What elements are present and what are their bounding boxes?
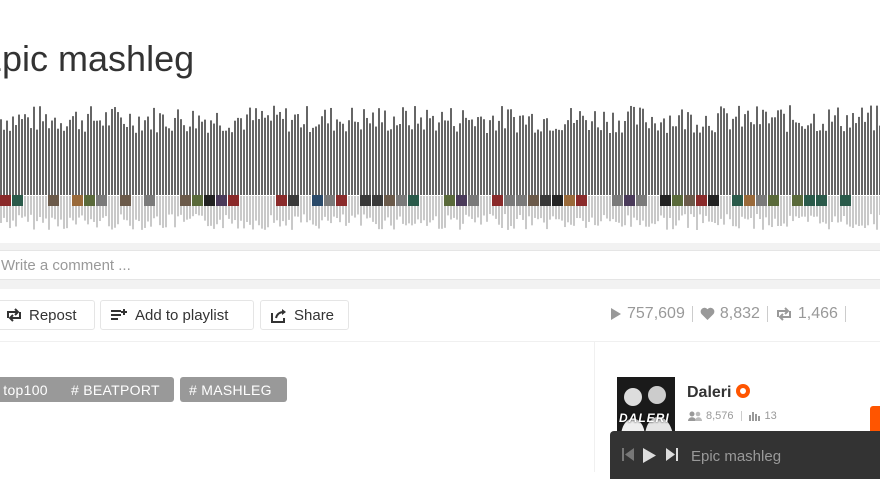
- repost-icon: [7, 308, 21, 322]
- pro-badge-icon: [736, 384, 750, 398]
- comment-avatar-thumb[interactable]: [312, 195, 323, 206]
- add-to-playlist-button[interactable]: Add to playlist: [100, 300, 254, 330]
- repost-icon: [776, 307, 791, 321]
- comment-avatar-thumb[interactable]: [372, 195, 383, 206]
- reposts-count: 1,466: [797, 305, 838, 322]
- artist-stats: 8,576 13: [688, 410, 777, 422]
- comment-avatar-thumb[interactable]: [732, 195, 743, 206]
- track-stats: 757,609 8,832 1,466: [610, 305, 853, 323]
- comment-avatar-thumb[interactable]: [384, 195, 395, 206]
- comment-avatar-thumb[interactable]: [576, 195, 587, 206]
- comment-input[interactable]: Write a comment ...: [0, 250, 880, 280]
- add-to-playlist-label: Add to playlist: [135, 306, 229, 324]
- comment-avatar-thumb[interactable]: [684, 195, 695, 206]
- comment-avatar-thumb[interactable]: [456, 195, 467, 206]
- artist-name[interactable]: Daleri: [687, 384, 731, 402]
- comment-bar: Write a comment ...: [0, 243, 880, 289]
- repost-label: Repost: [29, 306, 77, 324]
- tracks-icon: [748, 412, 760, 421]
- comment-avatar-thumb[interactable]: [444, 195, 455, 206]
- comment-avatar-thumb[interactable]: [804, 195, 815, 206]
- comment-avatar-thumb[interactable]: [492, 195, 503, 206]
- now-playing-title[interactable]: Epic mashleg: [691, 448, 781, 465]
- comment-avatar-thumb[interactable]: [816, 195, 827, 206]
- comment-avatar-thumb[interactable]: [144, 195, 155, 206]
- tag-mashleg[interactable]: # MASHLEG: [180, 377, 287, 402]
- comment-avatar-thumb[interactable]: [276, 195, 287, 206]
- artist-avatar[interactable]: DALERI: [617, 377, 675, 435]
- comment-avatar-thumb[interactable]: [552, 195, 563, 206]
- add-to-playlist-icon: [111, 309, 127, 320]
- skip-forward-icon[interactable]: [666, 448, 678, 461]
- comment-avatar-thumb[interactable]: [792, 195, 803, 206]
- tag-beatport[interactable]: # BEATPORT: [62, 377, 174, 402]
- comment-avatar-thumb[interactable]: [408, 195, 419, 206]
- comment-avatar-thumb[interactable]: [504, 195, 515, 206]
- comment-avatar-thumb[interactable]: [288, 195, 299, 206]
- comment-avatar-thumb[interactable]: [336, 195, 347, 206]
- comment-avatar-thumb[interactable]: [216, 195, 227, 206]
- comment-avatar-thumb[interactable]: [48, 195, 59, 206]
- likes-count: 8,832: [719, 305, 760, 322]
- play-icon: [611, 308, 621, 320]
- comment-avatar-thumb[interactable]: [516, 195, 527, 206]
- plays-count: 757,609: [627, 305, 685, 322]
- track-title: Epic mashleg: [0, 38, 195, 79]
- comment-avatar-thumb[interactable]: [228, 195, 239, 206]
- comment-avatar-thumb[interactable]: [708, 195, 719, 206]
- follow-button[interactable]: [870, 406, 880, 434]
- play-icon[interactable]: [643, 448, 656, 463]
- comment-avatar-thumb[interactable]: [744, 195, 755, 206]
- comment-avatar-thumb[interactable]: [840, 195, 851, 206]
- comment-avatar-thumb[interactable]: [96, 195, 107, 206]
- likes-stat[interactable]: 8,832: [700, 305, 760, 323]
- comment-avatar-thumb[interactable]: [192, 195, 203, 206]
- comment-avatar-thumb[interactable]: [324, 195, 335, 206]
- heart-icon: [700, 307, 715, 320]
- comment-avatar-thumb[interactable]: [540, 195, 551, 206]
- comment-avatar-thumb[interactable]: [120, 195, 131, 206]
- comment-avatar-thumb[interactable]: [72, 195, 83, 206]
- waveform[interactable]: [0, 100, 880, 235]
- comment-avatar-thumb[interactable]: [612, 195, 623, 206]
- comment-avatar-thumb[interactable]: [180, 195, 191, 206]
- comment-avatar-thumb[interactable]: [0, 195, 11, 206]
- comment-avatar-thumb[interactable]: [396, 195, 407, 206]
- comment-avatar-thumb[interactable]: [204, 195, 215, 206]
- comment-avatar-thumb[interactable]: [528, 195, 539, 206]
- comment-avatar-thumb[interactable]: [756, 195, 767, 206]
- comment-avatar-thumb[interactable]: [768, 195, 779, 206]
- comment-avatar-thumb[interactable]: [696, 195, 707, 206]
- comment-avatar-thumb[interactable]: [672, 195, 683, 206]
- comment-avatar-thumb[interactable]: [660, 195, 671, 206]
- share-button[interactable]: Share: [260, 300, 349, 330]
- comment-avatar-thumb[interactable]: [360, 195, 371, 206]
- comment-avatar-thumb[interactable]: [564, 195, 575, 206]
- plays-stat: 757,609: [610, 305, 685, 323]
- reposts-stat[interactable]: 1,466: [775, 305, 838, 323]
- tracks-count: 13: [764, 410, 777, 422]
- comment-avatar-thumb[interactable]: [12, 195, 23, 206]
- followers-count: 8,576: [706, 410, 734, 422]
- comment-avatar-thumb[interactable]: [468, 195, 479, 206]
- avatar-logo-text: DALERI: [619, 411, 670, 425]
- comment-avatar-thumb[interactable]: [84, 195, 95, 206]
- skip-back-icon[interactable]: [622, 448, 634, 461]
- share-icon: [271, 308, 286, 323]
- comment-avatar-thumb[interactable]: [624, 195, 635, 206]
- followers-icon: [688, 411, 702, 421]
- repost-button[interactable]: Repost: [0, 300, 95, 330]
- comment-avatar-thumb[interactable]: [636, 195, 647, 206]
- share-label: Share: [294, 306, 335, 324]
